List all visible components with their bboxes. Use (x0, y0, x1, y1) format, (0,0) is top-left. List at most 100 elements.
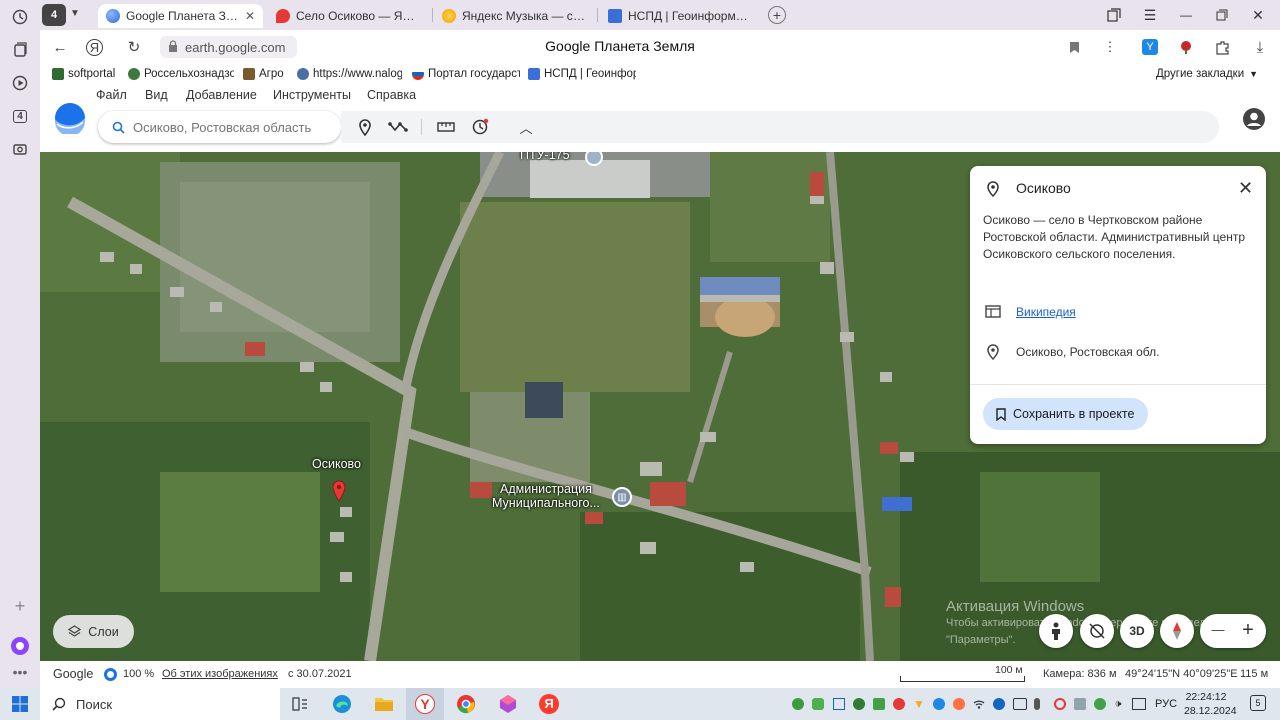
menu-view[interactable]: Вид (145, 88, 168, 102)
tray-messenger-icon[interactable] (812, 698, 824, 710)
tab-google-earth[interactable]: Google Планета Земля ✕ (98, 4, 263, 28)
tray-browser-icon[interactable] (933, 698, 945, 710)
minimize-icon[interactable]: — (1176, 6, 1196, 24)
chevron-down-icon: ▼ (1249, 69, 1259, 79)
tray-screenshot-icon[interactable] (833, 698, 845, 710)
close-window-icon[interactable]: ✕ (1248, 6, 1268, 24)
search-box[interactable] (98, 111, 341, 143)
url-field[interactable]: earth.google.com (160, 36, 297, 58)
layers-button[interactable]: Слои (53, 615, 134, 648)
pegman-street-view-icon[interactable] (1039, 614, 1073, 648)
tab-list-dropdown-icon[interactable]: ▼ (70, 8, 80, 19)
account-avatar-icon[interactable] (1242, 107, 1266, 131)
menu-help[interactable]: Справка (367, 88, 416, 102)
tab-yandex-maps[interactable]: Село Осиково — Яндекс Карты (268, 4, 426, 28)
extension-rose-icon[interactable] (1176, 37, 1196, 57)
tab-yandex-music[interactable]: Яндекс Музыка — собираем музыку (434, 4, 594, 28)
bookmark-nspd[interactable]: НСПД | Геоинформационный портал (528, 66, 636, 82)
keyboard-icon[interactable] (1132, 698, 1146, 710)
language-indicator[interactable]: РУС (1155, 698, 1177, 710)
kebab-menu-icon[interactable]: ⋮ (1100, 37, 1120, 57)
chrome-icon[interactable] (455, 694, 477, 714)
edge-browser-icon[interactable] (331, 694, 353, 714)
extension-blue-icon[interactable]: Y (1140, 37, 1160, 57)
notification-center-icon[interactable]: 5 (1250, 695, 1266, 711)
zoom-out-button[interactable]: — (1208, 622, 1228, 640)
school-map-label[interactable]: ПТУ-175 (520, 152, 570, 162)
bookmark-gosuslugi[interactable]: Портал государственных услуг (412, 66, 520, 82)
tab-count-icon[interactable]: 4 (10, 106, 30, 126)
bookmark-agro[interactable]: Агро (243, 66, 293, 82)
more-icon[interactable]: ••• (10, 662, 30, 682)
tab-nspd[interactable]: НСПД | Геоинформационный портал (600, 4, 760, 28)
tray-security-icon[interactable] (853, 698, 865, 710)
task-view-icon[interactable] (289, 694, 311, 714)
tray-antivirus-icon[interactable] (893, 698, 905, 710)
media-play-icon[interactable] (10, 73, 30, 93)
tray-sync-icon[interactable] (1094, 698, 1106, 710)
tray-update-icon[interactable] (953, 698, 965, 710)
about-imagery-link[interactable]: Об этих изображениях (162, 668, 278, 680)
screenshot-icon[interactable] (10, 139, 30, 159)
historical-imagery-icon[interactable] (470, 117, 490, 137)
add-panel-icon[interactable]: + (10, 596, 30, 616)
bookmark-rosselkhoznadzor[interactable]: Россельхознадзор (128, 66, 234, 82)
google-earth-logo-icon[interactable] (54, 102, 86, 136)
save-to-project-button[interactable]: Сохранить в проекте (983, 398, 1148, 430)
download-icon[interactable]: ⤓ (1250, 37, 1270, 57)
battery-icon[interactable] (1013, 698, 1027, 710)
bookmark-icon[interactable] (1064, 37, 1084, 57)
wikipedia-link[interactable]: Википедия (1016, 305, 1076, 319)
yandex-browser-icon[interactable]: Y (414, 694, 436, 714)
red-pin-icon[interactable] (332, 480, 346, 505)
restore-icon[interactable] (1212, 6, 1232, 24)
browser-menu-icon[interactable]: ☰ (1140, 6, 1160, 24)
history-icon[interactable] (10, 7, 30, 27)
wifi-icon[interactable] (973, 698, 985, 710)
path-icon[interactable] (388, 117, 408, 137)
new-tab-button[interactable]: + (768, 6, 786, 24)
search-input[interactable] (133, 119, 333, 135)
collections-icon[interactable] (10, 40, 30, 60)
reload-icon[interactable]: ↻ (124, 37, 144, 57)
3d-toggle-button[interactable]: 3D (1120, 614, 1154, 648)
windows-start-icon[interactable] (9, 694, 31, 714)
colorful-app-icon[interactable] (497, 694, 519, 714)
admin-map-label[interactable]: Администрация Муниципального... (492, 482, 600, 510)
speaker-icon[interactable]: 🕩 (1112, 698, 1124, 710)
menu-tools[interactable]: Инструменты (273, 88, 351, 102)
opera-icon[interactable] (1054, 698, 1066, 710)
menu-add[interactable]: Добавление (186, 88, 257, 102)
village-map-label[interactable]: Осиково (312, 457, 361, 471)
menu-file[interactable]: Файл (96, 88, 127, 102)
file-explorer-icon[interactable] (373, 694, 395, 714)
compass-icon[interactable] (1160, 614, 1194, 648)
wikipedia-card-icon (985, 305, 1001, 321)
yandex-icon[interactable]: Я (86, 39, 103, 56)
tray-agent-icon[interactable] (873, 698, 885, 710)
placemark-icon[interactable] (355, 117, 375, 137)
bookmark-softportal[interactable]: softportal (52, 66, 120, 82)
tray-chevron-icon[interactable]: ▼ (913, 697, 925, 711)
tab-count-badge[interactable]: 4 (42, 4, 66, 26)
back-arrow-icon[interactable]: ← (50, 37, 70, 57)
zoom-in-button[interactable]: + (1238, 619, 1258, 641)
tabs-layout-icon[interactable] (1104, 6, 1124, 24)
close-card-icon[interactable]: ✕ (1238, 178, 1253, 199)
extensions-puzzle-icon[interactable] (1212, 37, 1232, 57)
yandex-app-icon[interactable]: Я (538, 694, 560, 714)
microphone-icon[interactable] (1034, 698, 1040, 710)
taskbar-search-box[interactable]: Поиск (40, 688, 280, 720)
collapse-chevron-up-icon[interactable]: ︿ (516, 117, 536, 137)
bluetooth-icon[interactable] (993, 698, 1005, 710)
rotate-view-icon[interactable] (1080, 614, 1114, 648)
clock[interactable]: 22:24:12 28.12.2024 (1184, 690, 1237, 718)
other-bookmarks[interactable]: Другие закладки ▼ (1156, 66, 1258, 82)
tray-device-icon[interactable] (1074, 698, 1086, 710)
alice-assistant-icon[interactable] (10, 636, 30, 656)
government-building-icon[interactable]: ▥ (612, 487, 632, 507)
ruler-icon[interactable] (436, 117, 456, 137)
bookmark-nalog[interactable]: https://www.nalog.gov.ru (297, 66, 402, 82)
close-tab-icon[interactable]: ✕ (245, 9, 255, 23)
tray-app-icon[interactable] (792, 698, 804, 710)
